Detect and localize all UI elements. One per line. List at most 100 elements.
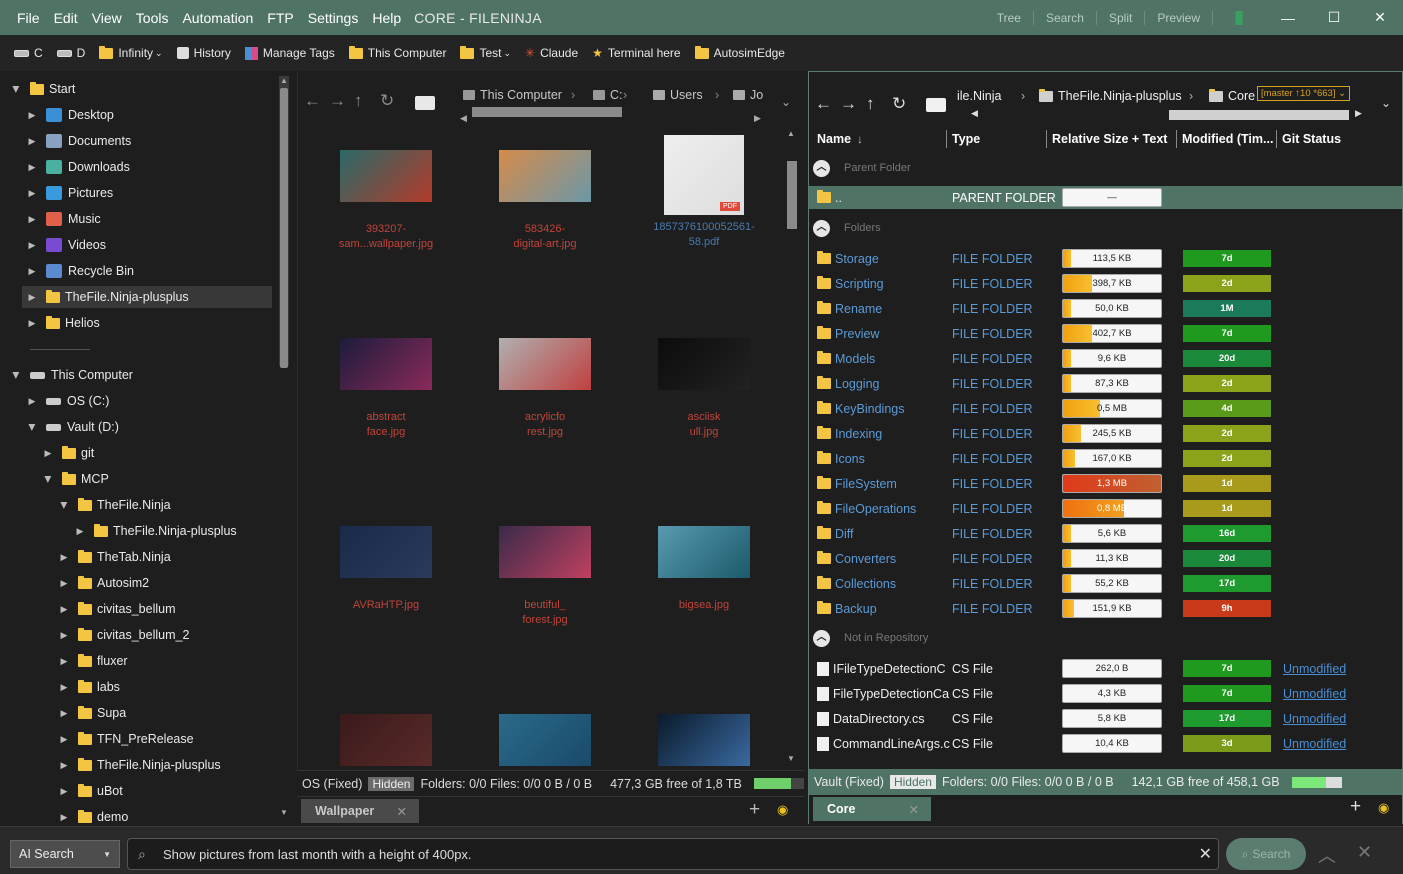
chevron-right-icon[interactable]: ▶ bbox=[26, 292, 38, 303]
breadcrumb-users[interactable]: Users bbox=[653, 88, 703, 102]
tab-wallpaper[interactable]: Wallpaper ✕ bbox=[301, 799, 419, 823]
chevron-right-icon[interactable]: ▶ bbox=[58, 786, 70, 797]
folder-row[interactable]: Backup FILE FOLDER 151,9 KB 9h bbox=[809, 596, 1402, 621]
crumb-scroll-left-icon[interactable]: ◀ bbox=[460, 113, 467, 124]
chevron-right-icon[interactable]: ▶ bbox=[58, 812, 70, 823]
folder-row[interactable]: Models FILE FOLDER 9,6 KB 20d bbox=[809, 346, 1402, 371]
column-header-type[interactable]: Type bbox=[952, 132, 980, 146]
thumbnail-image[interactable]: PDF bbox=[664, 135, 744, 215]
tree-item-demo[interactable]: ▶ demo bbox=[58, 806, 270, 824]
parent-folder-row[interactable]: .. PARENT FOLDER — bbox=[809, 186, 1402, 209]
breadcrumb-thefile-ninja-plusplus[interactable]: TheFile.Ninja-plusplus bbox=[1039, 88, 1182, 103]
maximize-button[interactable]: ☐ bbox=[1311, 9, 1357, 26]
tree-item-pictures[interactable]: ▶ Pictures bbox=[26, 182, 270, 204]
tree-item-civitas-bellum[interactable]: ▶ civitas_bellum bbox=[58, 598, 270, 620]
tree-item-recycle-bin[interactable]: ▶ Recycle Bin bbox=[26, 260, 270, 282]
chevron-right-icon[interactable]: ▶ bbox=[58, 760, 70, 771]
ai-search-input[interactable]: ⌕ Show pictures from last month with a h… bbox=[127, 838, 1219, 870]
tree-item-tfn-prerelease[interactable]: ▶ TFN_PreRelease bbox=[58, 728, 270, 750]
chevron-right-icon[interactable]: ▶ bbox=[26, 110, 38, 121]
sort-arrow-icon[interactable]: ↓ bbox=[857, 132, 863, 146]
tree-item-videos[interactable]: ▶ Videos bbox=[26, 234, 270, 256]
thumbnail-item[interactable]: PDF 1857376100052561- 58.pdf bbox=[629, 135, 779, 250]
column-divider[interactable] bbox=[1176, 130, 1177, 148]
thumbnail-item[interactable]: beutiful_ forest.jpg bbox=[470, 526, 620, 628]
chevron-right-icon[interactable]: ▶ bbox=[26, 214, 38, 225]
folder-row[interactable]: Logging FILE FOLDER 87,3 KB 2d bbox=[809, 371, 1402, 396]
eye-icon[interactable]: ◉ bbox=[1378, 800, 1389, 816]
thumbnail-item[interactable]: AVRaHTP.jpg bbox=[311, 526, 461, 613]
thumbnail-image[interactable] bbox=[340, 526, 432, 578]
search-mode-select[interactable]: AI Search ▼ bbox=[10, 840, 120, 868]
chevron-right-icon[interactable]: ▶ bbox=[26, 188, 38, 199]
toolbar-manage-tags[interactable]: Manage Tags bbox=[244, 46, 335, 60]
column-divider[interactable] bbox=[1046, 130, 1047, 148]
column-divider[interactable] bbox=[1276, 130, 1277, 148]
thumbnail-item[interactable]: bigsea.jpg bbox=[629, 526, 779, 613]
toolbar-this-computer[interactable]: This Computer bbox=[348, 45, 446, 60]
tree-item-ubot[interactable]: ▶ uBot bbox=[58, 780, 270, 802]
thumbnail-image[interactable] bbox=[658, 714, 750, 766]
tree-scrollbar-thumb[interactable] bbox=[280, 88, 288, 368]
tree-item-downloads[interactable]: ▶ Downloads bbox=[26, 156, 270, 178]
chevron-right-icon[interactable]: ▶ bbox=[26, 136, 38, 147]
file-row[interactable]: IFileTypeDetectionC CS File 262,0 B 7d Unmod… bbox=[809, 656, 1402, 681]
toolbar-autosimedge[interactable]: AutosimEdge bbox=[694, 45, 785, 60]
forward-arrow-icon[interactable]: → bbox=[840, 94, 857, 114]
folder-row[interactable]: Rename FILE FOLDER 50,0 KB 1M bbox=[809, 296, 1402, 321]
tree-item-thetab-ninja[interactable]: ▶ TheTab.Ninja bbox=[58, 546, 270, 568]
layout-toggle-icon[interactable] bbox=[1221, 10, 1257, 25]
chevron-right-icon[interactable]: ▶ bbox=[26, 318, 38, 329]
thumbnail-item[interactable]: acrylicfo rest.jpg bbox=[470, 338, 620, 440]
folder-row[interactable]: Collections FILE FOLDER 55,2 KB 17d bbox=[809, 571, 1402, 596]
chevron-down-icon[interactable]: ▶ bbox=[11, 369, 22, 381]
up-arrow-icon[interactable]: ↑ bbox=[866, 94, 875, 114]
chevron-right-icon[interactable]: ▶ bbox=[58, 734, 70, 745]
folder-row[interactable]: FileSystem FILE FOLDER 1,3 MB 1d bbox=[809, 471, 1402, 496]
chevron-right-icon[interactable]: ▶ bbox=[58, 630, 70, 641]
search-button[interactable]: ⌕ Search bbox=[1226, 838, 1306, 870]
crumb-scroll-right-icon[interactable]: ▶ bbox=[1355, 108, 1362, 119]
tree-item-thefile-ninja-plusplus[interactable]: ▶ TheFile.Ninja-plusplus bbox=[22, 286, 272, 308]
tree-item-supa[interactable]: ▶ Supa bbox=[58, 702, 270, 724]
folder-row[interactable]: Preview FILE FOLDER 402,7 KB 7d bbox=[809, 321, 1402, 346]
mid-scrollbar-thumb[interactable] bbox=[787, 161, 797, 229]
toggle-search[interactable]: Search bbox=[1034, 10, 1097, 25]
chevron-right-icon[interactable]: ▶ bbox=[42, 448, 54, 459]
tree-item-mcp[interactable]: ▶ MCP bbox=[42, 468, 270, 490]
folder-row[interactable]: Indexing FILE FOLDER 245,5 KB 2d bbox=[809, 421, 1402, 446]
collapse-icon[interactable]: ︿ bbox=[813, 219, 830, 237]
chevron-right-icon[interactable]: ▶ bbox=[58, 552, 70, 563]
toggle-tree[interactable]: Tree bbox=[985, 10, 1034, 25]
chevron-right-icon[interactable]: ▶ bbox=[58, 708, 70, 719]
thumbnail-image[interactable] bbox=[499, 714, 591, 766]
tree-item-vault-d-[interactable]: ▶ Vault (D:) bbox=[26, 416, 270, 438]
folder-nav-icon[interactable] bbox=[415, 96, 435, 110]
chevron-right-icon[interactable]: ▶ bbox=[26, 396, 38, 407]
collapse-icon[interactable]: ︿ bbox=[813, 159, 830, 177]
folder-row[interactable]: Converters FILE FOLDER 11,3 KB 20d bbox=[809, 546, 1402, 571]
toolbar-d[interactable]: D bbox=[56, 46, 85, 60]
tree-item-civitas-bellum-2[interactable]: ▶ civitas_bellum_2 bbox=[58, 624, 270, 646]
chevron-right-icon[interactable]: ▶ bbox=[26, 162, 38, 173]
tree-item-thefile-ninja-plusplus[interactable]: ▶ TheFile.Ninja-plusplus bbox=[74, 520, 270, 542]
breadcrumb-c-[interactable]: C: bbox=[593, 88, 623, 102]
folder-row[interactable]: KeyBindings FILE FOLDER 0,5 MB 4d bbox=[809, 396, 1402, 421]
tree-item-start[interactable]: ▶ Start bbox=[10, 78, 270, 100]
thumbnail-image[interactable] bbox=[340, 150, 432, 202]
menu-automation[interactable]: Automation bbox=[175, 10, 260, 26]
tree-scroll-down-icon[interactable]: ▼ bbox=[279, 808, 289, 820]
new-tab-plus-icon[interactable]: + bbox=[749, 799, 760, 821]
tree-item-labs[interactable]: ▶ labs bbox=[58, 676, 270, 698]
breadcrumb-ile-ninja[interactable]: ile.Ninja bbox=[957, 89, 1001, 103]
thumbnail-image[interactable] bbox=[658, 526, 750, 578]
column-header-relative-size-text[interactable]: Relative Size + Text bbox=[1052, 132, 1167, 146]
forward-arrow-icon[interactable]: → bbox=[329, 91, 346, 111]
chevron-right-icon[interactable]: ▶ bbox=[58, 578, 70, 589]
toolbar-test[interactable]: Test ⌄ bbox=[460, 45, 511, 60]
close-search-icon[interactable]: ✕ bbox=[1357, 842, 1372, 863]
hidden-toggle[interactable]: Hidden bbox=[368, 776, 415, 791]
tree-item-os-c-[interactable]: ▶ OS (C:) bbox=[26, 390, 270, 412]
tree-item-thefile-ninja[interactable]: ▶ TheFile.Ninja bbox=[58, 494, 270, 516]
group-header-folders[interactable]: ︿ Folders bbox=[813, 218, 881, 238]
